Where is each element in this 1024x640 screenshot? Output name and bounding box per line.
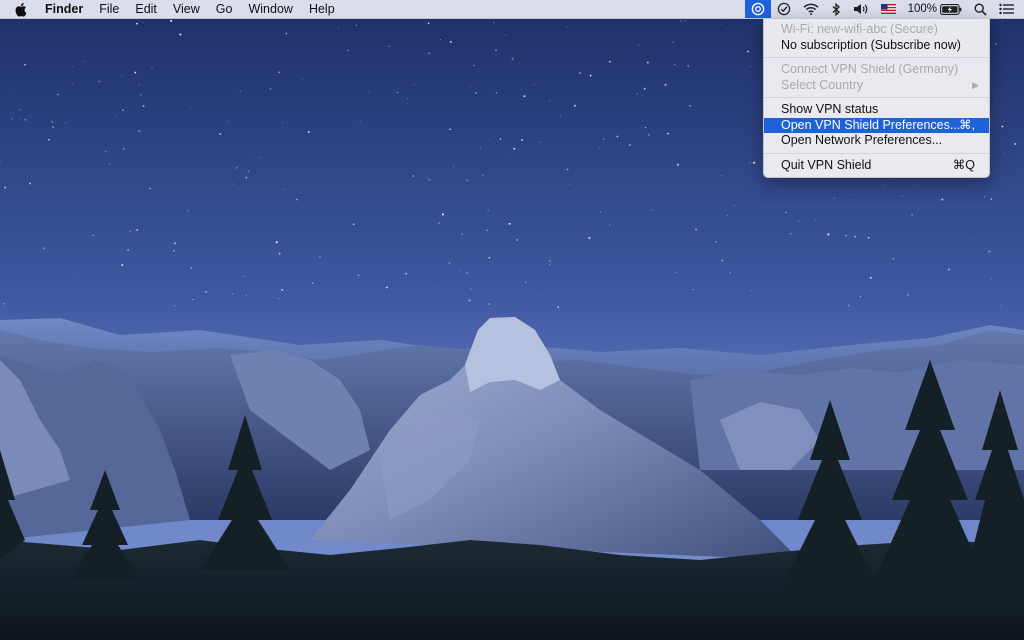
quit-label: Quit VPN Shield <box>781 157 872 172</box>
vpn-shield-menu: Wi-Fi: new-wifi-abc (Secure) No subscrip… <box>763 18 990 178</box>
menu-separator <box>764 152 989 154</box>
submenu-arrow-icon: ▶ <box>972 79 979 90</box>
app-menu-finder[interactable]: Finder <box>40 0 91 18</box>
menu-item-quit[interactable]: Quit VPN Shield ⌘Q <box>764 158 989 174</box>
menu-file[interactable]: File <box>91 0 127 18</box>
menu-item-open-network-preferences[interactable]: Open Network Preferences... <box>764 133 989 149</box>
open-preferences-shortcut: ⌘, <box>959 117 975 132</box>
notification-center-icon[interactable] <box>993 0 1024 18</box>
bluetooth-icon[interactable] <box>825 0 847 18</box>
menu-item-select-country: Select Country ▶ <box>764 78 989 94</box>
menu-separator <box>764 57 989 58</box>
apple-logo-icon[interactable] <box>14 1 30 17</box>
battery-icon <box>940 3 962 15</box>
menu-item-connect: Connect VPN Shield (Germany) <box>781 62 959 76</box>
menu-separator <box>764 97 989 98</box>
vpn-shield-icon[interactable] <box>744 0 771 18</box>
menu-item-wifi-status: Wi-Fi: new-wifi-abc (Secure) <box>781 22 938 36</box>
menu-edit[interactable]: Edit <box>127 0 165 18</box>
wifi-icon[interactable] <box>797 0 825 18</box>
open-preferences-label: Open VPN Shield Preferences... <box>781 117 961 132</box>
menu-bar: Finder File Edit View Go Window Help 100… <box>0 0 1024 19</box>
quit-shortcut: ⌘Q <box>952 157 975 172</box>
volume-icon[interactable] <box>847 0 875 18</box>
us-flag-icon[interactable] <box>875 0 902 18</box>
menu-view[interactable]: View <box>165 0 208 18</box>
select-country-label: Select Country <box>781 77 863 92</box>
battery-percent: 100% <box>907 3 937 15</box>
menu-item-subscription[interactable]: No subscription (Subscribe now) <box>764 38 989 54</box>
menu-item-show-vpn-status[interactable]: Show VPN status <box>764 102 989 118</box>
spotlight-search-icon[interactable] <box>968 0 993 18</box>
menu-item-open-vpn-preferences[interactable]: Open VPN Shield Preferences... ⌘, <box>764 117 989 133</box>
menu-window[interactable]: Window <box>240 0 300 18</box>
battery-status[interactable]: 100% <box>902 0 968 18</box>
checkmark-circle-icon[interactable] <box>771 0 797 18</box>
menu-go[interactable]: Go <box>208 0 241 18</box>
menu-help[interactable]: Help <box>301 0 343 18</box>
